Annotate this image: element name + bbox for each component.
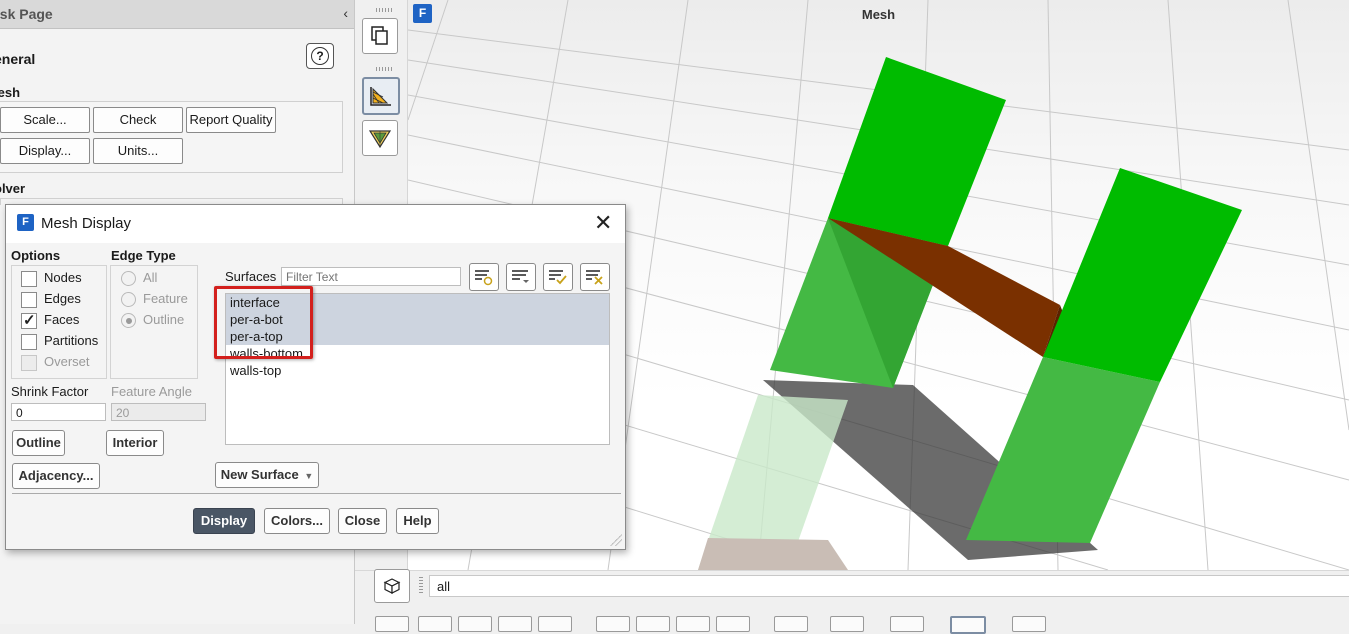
solver-heading: olver bbox=[0, 181, 26, 196]
bottom-tool-button-9[interactable] bbox=[716, 616, 750, 632]
bottom-tool-button-1[interactable] bbox=[375, 616, 409, 632]
feature-angle-input: 20 bbox=[111, 403, 206, 421]
help-button[interactable]: ? bbox=[306, 43, 334, 69]
display-submit-button[interactable]: Display bbox=[193, 508, 255, 534]
bottom-tool-button-13[interactable] bbox=[950, 616, 986, 634]
toolbar-grip-2[interactable] bbox=[376, 67, 392, 71]
faces-label: Faces bbox=[44, 312, 80, 327]
colors-button[interactable]: Colors... bbox=[264, 508, 330, 534]
general-heading: eneral bbox=[0, 51, 36, 67]
partitions-checkbox[interactable] bbox=[21, 334, 37, 350]
bottom-tool-button-10[interactable] bbox=[774, 616, 808, 632]
highlight-annotation-box bbox=[214, 286, 313, 359]
feature-angle-label: Feature Angle bbox=[111, 384, 192, 399]
help-dialog-button[interactable]: Help bbox=[396, 508, 439, 534]
left-wall-upper bbox=[828, 57, 1006, 246]
list-select-icon bbox=[475, 270, 493, 286]
task-page-header: ask Page ‹ bbox=[0, 0, 354, 29]
select-all-button[interactable] bbox=[543, 263, 573, 291]
bottom-tool-button-4[interactable] bbox=[498, 616, 532, 632]
outline-button[interactable]: Outline bbox=[12, 430, 65, 456]
list-item[interactable]: walls-top bbox=[226, 362, 609, 379]
new-surface-button[interactable]: New Surface ▼ bbox=[215, 462, 319, 488]
shrink-factor-label: Shrink Factor bbox=[11, 384, 89, 399]
scale-button[interactable]: Scale... bbox=[0, 107, 90, 133]
units-button[interactable]: Units... bbox=[93, 138, 183, 164]
question-icon: ? bbox=[311, 47, 329, 65]
group-options-button[interactable] bbox=[506, 263, 536, 291]
bottom-tool-button-2[interactable] bbox=[418, 616, 452, 632]
dialog-separator bbox=[12, 493, 621, 494]
mesh-heading: lesh bbox=[0, 85, 21, 100]
edge-type-label: Edge Type bbox=[111, 248, 176, 263]
copy-icon bbox=[371, 26, 388, 45]
deselect-all-button[interactable] bbox=[580, 263, 610, 291]
mesh-display-dialog: F Mesh Display ✕ Options Nodes Edges Fac… bbox=[5, 204, 626, 550]
edges-checkbox[interactable] bbox=[21, 292, 37, 308]
dialog-title-bar[interactable]: F Mesh Display ✕ bbox=[6, 205, 625, 243]
bottom-tool-button-11[interactable] bbox=[830, 616, 864, 632]
nodes-label: Nodes bbox=[44, 270, 82, 285]
bottom-tool-button-8[interactable] bbox=[676, 616, 710, 632]
fluent-dialog-icon: F bbox=[17, 214, 34, 231]
cube-icon bbox=[383, 578, 401, 594]
mesh-faces-icon bbox=[370, 87, 391, 106]
edge-feature-radio[interactable] bbox=[121, 292, 136, 307]
select-by-type-button[interactable] bbox=[469, 263, 499, 291]
bottom-tool-button-14[interactable] bbox=[1012, 616, 1046, 632]
bottom-tool-button-7[interactable] bbox=[636, 616, 670, 632]
partitions-label: Partitions bbox=[44, 333, 99, 348]
dialog-title: Mesh Display bbox=[41, 215, 132, 232]
bottom-tool-button-12[interactable] bbox=[890, 616, 924, 632]
new-surface-label: New Surface bbox=[220, 467, 299, 482]
dialog-body: Options Nodes Edges Faces Partitions Ove… bbox=[6, 243, 625, 549]
overset-checkbox bbox=[21, 355, 37, 371]
contour-tool-button[interactable] bbox=[362, 120, 398, 156]
list-check-icon bbox=[549, 270, 567, 285]
mesh-display-tool-button[interactable] bbox=[362, 77, 400, 115]
nodes-checkbox[interactable] bbox=[21, 271, 37, 287]
interior-button[interactable]: Interior bbox=[106, 430, 164, 456]
shrink-factor-input[interactable]: 0 bbox=[11, 403, 106, 421]
edge-outline-radio[interactable] bbox=[121, 313, 136, 328]
surfaces-label: Surfaces bbox=[225, 269, 277, 284]
right-wall-lower bbox=[966, 357, 1160, 543]
right-wall-upper bbox=[1043, 168, 1242, 382]
close-button[interactable]: Close bbox=[338, 508, 387, 534]
bar-grip[interactable] bbox=[419, 577, 423, 595]
bottom-tool-button-5[interactable] bbox=[538, 616, 572, 632]
edge-all-radio[interactable] bbox=[121, 271, 136, 286]
reflection-base bbox=[698, 538, 848, 570]
overset-label: Overset bbox=[44, 354, 90, 369]
surface-filter-field[interactable]: all bbox=[429, 575, 1349, 597]
triangle-mesh-icon bbox=[368, 130, 392, 149]
edge-all-label: All bbox=[143, 270, 158, 285]
copy-view-button[interactable] bbox=[362, 18, 398, 54]
task-page-title: ask Page bbox=[0, 6, 53, 22]
report-quality-button[interactable]: Report Quality bbox=[186, 107, 276, 133]
list-clear-icon bbox=[586, 270, 603, 285]
bottom-tool-button-3[interactable] bbox=[458, 616, 492, 632]
edge-feature-label: Feature bbox=[143, 291, 188, 306]
toolbar-grip[interactable] bbox=[376, 8, 392, 12]
view-cube-button[interactable] bbox=[374, 569, 410, 603]
adjacency-button[interactable]: Adjacency... bbox=[12, 463, 100, 489]
edges-label: Edges bbox=[44, 291, 81, 306]
check-button[interactable]: Check bbox=[93, 107, 183, 133]
resize-grip[interactable] bbox=[610, 534, 622, 546]
surface-filter-input[interactable] bbox=[281, 267, 461, 286]
collapse-panel-icon[interactable]: ‹ bbox=[343, 5, 348, 21]
options-label: Options bbox=[11, 248, 61, 263]
faces-checkbox[interactable] bbox=[21, 311, 37, 329]
list-dropdown-icon bbox=[512, 270, 529, 283]
edge-outline-label: Outline bbox=[143, 312, 185, 327]
display-button[interactable]: Display... bbox=[0, 138, 90, 164]
close-icon[interactable]: ✕ bbox=[594, 212, 612, 234]
fluent-logo-icon: F bbox=[413, 4, 432, 23]
bottom-tool-button-6[interactable] bbox=[596, 616, 630, 632]
viewport-title: Mesh bbox=[861, 7, 896, 22]
chevron-down-icon: ▼ bbox=[304, 471, 314, 481]
